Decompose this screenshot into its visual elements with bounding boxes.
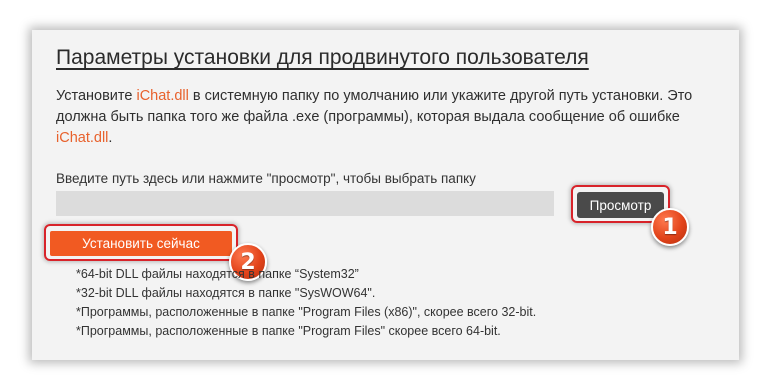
description-text: Установите xyxy=(56,88,137,104)
browse-button[interactable]: Просмотр xyxy=(577,192,664,218)
note-item: *Программы, расположенные в папке "Progr… xyxy=(76,305,537,319)
note-item: *64-bit DLL файлы находятся в папке “Sys… xyxy=(76,267,359,281)
page-title: Параметры установки для продвинутого пол… xyxy=(56,46,589,69)
dll-name: iChat.dll xyxy=(56,130,109,146)
install-now-button[interactable]: Установить сейчас xyxy=(50,231,232,256)
note-item: *32-bit DLL файлы находятся в папке "Sys… xyxy=(76,286,376,300)
install-path-input[interactable] xyxy=(56,191,554,216)
description-text: . xyxy=(108,130,113,146)
install-description: Установите iChat.dll в системную папку п… xyxy=(56,86,736,149)
dll-name: iChat.dll xyxy=(136,88,189,104)
step-1-badge: 1 xyxy=(651,208,689,246)
notes-list: *64-bit DLL файлы находятся в папке “Sys… xyxy=(76,265,536,341)
note-item: *Программы, расположенные в папке "Progr… xyxy=(76,324,501,338)
path-label: Введите путь здесь или нажмите "просмотр… xyxy=(56,171,476,186)
